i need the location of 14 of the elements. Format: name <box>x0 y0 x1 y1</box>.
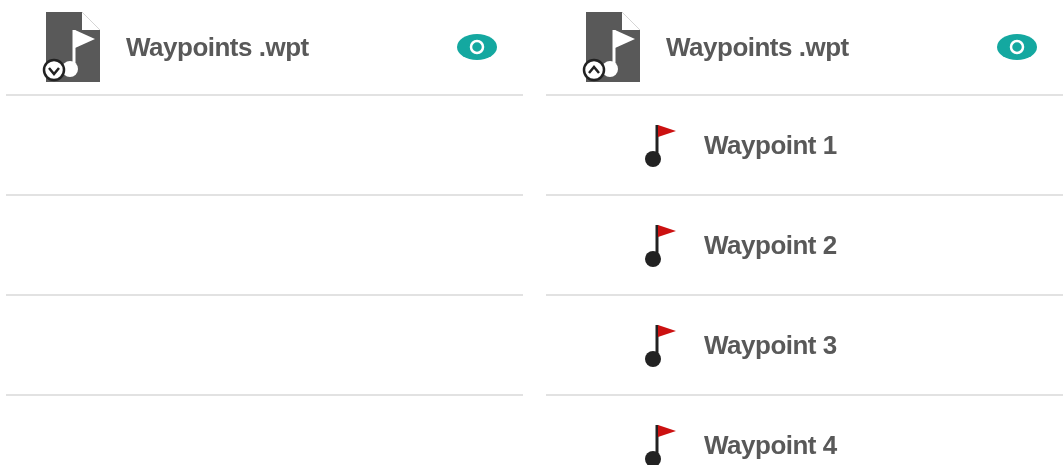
waypoint-name[interactable]: Waypoint 2 <box>704 229 1063 261</box>
file-name[interactable]: Waypoints .wpt <box>126 31 457 63</box>
flag-icon <box>644 123 678 167</box>
flag-icon <box>644 223 678 267</box>
file-icon[interactable] <box>40 12 102 82</box>
flag-icon <box>644 423 678 465</box>
file-name[interactable]: Waypoints .wpt <box>666 31 997 63</box>
visibility-toggle[interactable] <box>457 34 497 60</box>
visibility-toggle[interactable] <box>997 34 1037 60</box>
file-icon[interactable] <box>580 12 642 82</box>
waypoint-name[interactable]: Waypoint 4 <box>704 429 1063 461</box>
flag-icon <box>644 323 678 367</box>
waypoint-name[interactable]: Waypoint 3 <box>704 329 1063 361</box>
waypoint-name[interactable]: Waypoint 1 <box>704 129 1063 161</box>
